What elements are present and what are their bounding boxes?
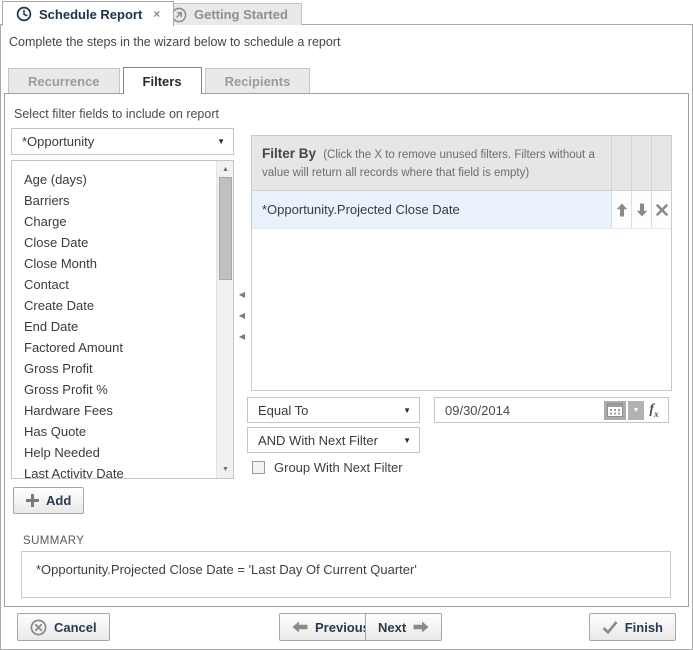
operator-select-value: Equal To [258, 403, 308, 418]
formula-button[interactable]: fx [644, 402, 664, 419]
filters-panel: Select filter fields to include on repor… [4, 93, 689, 607]
group-with-next-filter-row: Group With Next Filter [252, 460, 403, 475]
check-icon [602, 621, 618, 634]
filter-by-title: Filter By [262, 146, 316, 161]
plus-icon [26, 494, 39, 507]
table-select-value: *Opportunity [22, 134, 94, 149]
filter-by-grid: Filter By (Click the X to remove unused … [251, 135, 672, 391]
group-with-next-filter-label: Group With Next Filter [274, 460, 403, 475]
list-item[interactable]: End Date [12, 316, 233, 337]
value-dropdown-button[interactable]: ▼ [628, 401, 644, 420]
list-item[interactable]: Gross Profit % [12, 379, 233, 400]
cancel-circle-icon [30, 619, 47, 636]
collapse-left-icon[interactable]: ◀ [236, 311, 248, 320]
close-icon[interactable]: × [153, 8, 160, 20]
next-button-label: Next [378, 620, 406, 635]
document-tabstrip: Schedule Report × Getting Started [0, 0, 693, 25]
next-button[interactable]: Next [365, 613, 442, 641]
filter-by-header: Filter By (Click the X to remove unused … [252, 136, 671, 191]
arrow-down-icon [636, 203, 648, 217]
list-item[interactable]: Charge [12, 211, 233, 232]
header-col-spacer [611, 136, 631, 190]
cancel-button-label: Cancel [54, 620, 97, 635]
list-item[interactable]: Factored Amount [12, 337, 233, 358]
list-item[interactable]: Close Date [12, 232, 233, 253]
add-button-label: Add [46, 493, 71, 508]
tab-label: Getting Started [194, 7, 288, 22]
finish-button[interactable]: Finish [589, 613, 676, 641]
remove-filter-button[interactable] [651, 191, 671, 228]
summary-text: *Opportunity.Projected Close Date = 'Las… [36, 562, 417, 577]
x-icon [656, 204, 668, 216]
list-item[interactable]: Create Date [12, 295, 233, 316]
finish-button-label: Finish [625, 620, 663, 635]
filter-field-list-items: Age (days)BarriersChargeClose DateClose … [12, 161, 233, 479]
header-col-spacer [651, 136, 671, 190]
list-item[interactable]: Last Activity Date [12, 463, 233, 479]
move-filter-down-button[interactable] [631, 191, 651, 228]
cancel-button[interactable]: Cancel [17, 613, 110, 641]
calendar-picker-button[interactable] [604, 401, 626, 420]
list-item[interactable]: Hardware Fees [12, 400, 233, 421]
calendar-icon [607, 403, 623, 417]
tab-filters[interactable]: Filters [123, 67, 202, 94]
summary-label: SUMMARY [23, 535, 84, 547]
combine-select[interactable]: AND With Next Filter ▼ [247, 427, 420, 453]
filter-by-header-text: Filter By (Click the X to remove unused … [252, 136, 611, 190]
list-item[interactable]: Has Quote [12, 421, 233, 442]
summary-box: *Opportunity.Projected Close Date = 'Las… [21, 551, 671, 598]
filter-field-list[interactable]: Age (days)BarriersChargeClose DateClose … [11, 160, 234, 479]
collapse-left-icon[interactable]: ◀ [236, 290, 248, 299]
list-item[interactable]: Barriers [12, 190, 233, 211]
wizard-intro-text: Complete the steps in the wizard below t… [9, 35, 340, 49]
select-fields-label: Select filter fields to include on repor… [14, 107, 219, 121]
tab-label: Schedule Report [39, 7, 142, 22]
chevron-down-icon: ▼ [403, 436, 411, 445]
panel-splitter[interactable]: ◀ ◀ ◀ [236, 290, 248, 341]
scroll-up-icon[interactable]: ▲ [217, 162, 234, 177]
schedule-report-window: Schedule Report × Getting Started Comple… [0, 0, 693, 650]
clock-icon [16, 6, 32, 22]
chevron-down-icon: ▼ [403, 406, 411, 415]
tab-recurrence[interactable]: Recurrence [8, 68, 120, 93]
arrow-left-icon [292, 621, 308, 633]
list-item[interactable]: Gross Profit [12, 358, 233, 379]
list-item[interactable]: Help Needed [12, 442, 233, 463]
filter-value-field[interactable]: 09/30/2014 ▼ fx [434, 397, 669, 423]
arrow-up-icon [616, 203, 628, 217]
fx-icon: fx [649, 402, 658, 417]
list-item[interactable]: Close Month [12, 253, 233, 274]
list-item[interactable]: Contact [12, 274, 233, 295]
table-select[interactable]: *Opportunity ▼ [11, 128, 234, 155]
collapse-left-icon[interactable]: ◀ [236, 332, 248, 341]
tab-getting-started[interactable]: Getting Started [157, 3, 302, 25]
previous-button-label: Previous [315, 620, 370, 635]
filter-value: 09/30/2014 [445, 403, 604, 418]
operator-select[interactable]: Equal To ▼ [247, 397, 420, 423]
tab-schedule-report[interactable]: Schedule Report × [2, 1, 174, 26]
filter-row-name: *Opportunity.Projected Close Date [252, 191, 611, 228]
combine-select-value: AND With Next Filter [258, 433, 378, 448]
move-filter-up-button[interactable] [611, 191, 631, 228]
filter-row[interactable]: *Opportunity.Projected Close Date [252, 191, 671, 229]
tab-recipients[interactable]: Recipients [205, 68, 311, 93]
header-col-spacer [631, 136, 651, 190]
filter-grid-empty-area [252, 229, 671, 390]
list-item[interactable]: Age (days) [12, 169, 233, 190]
scroll-down-icon[interactable]: ▼ [217, 462, 234, 477]
chevron-down-icon: ▼ [217, 137, 225, 146]
wizard-tabs: Recurrence Filters Recipients [8, 67, 310, 94]
scrollbar-thumb[interactable] [219, 177, 232, 280]
add-filter-button[interactable]: Add [13, 487, 84, 514]
list-scrollbar[interactable]: ▲ ▼ [216, 161, 233, 478]
chevron-down-icon: ▼ [633, 407, 640, 414]
group-with-next-filter-checkbox[interactable] [252, 461, 265, 474]
arrow-right-icon [413, 621, 429, 633]
window-body: Complete the steps in the wizard below t… [0, 25, 693, 650]
